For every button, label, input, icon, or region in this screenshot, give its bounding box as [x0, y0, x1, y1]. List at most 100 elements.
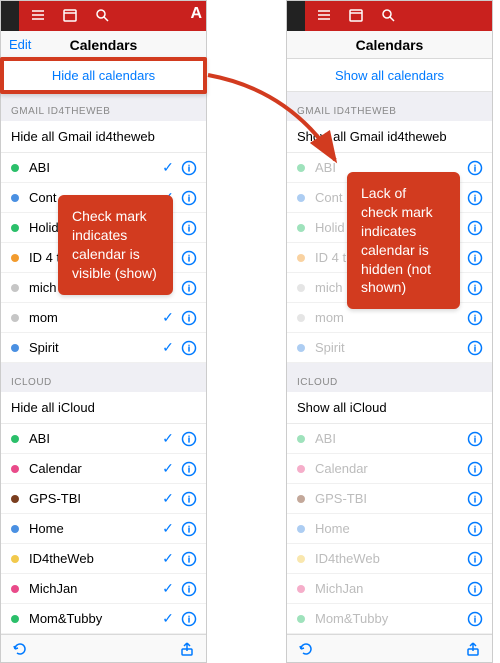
- toggle-all-label: Show all calendars: [335, 68, 444, 83]
- calendar-row[interactable]: MichJan: [287, 574, 492, 604]
- info-icon[interactable]: [180, 610, 198, 628]
- info-icon[interactable]: [180, 550, 198, 568]
- menu-icon[interactable]: [29, 6, 47, 24]
- info-icon[interactable]: [466, 550, 484, 568]
- info-icon[interactable]: [466, 249, 484, 267]
- calendar-row[interactable]: mom✓: [1, 303, 206, 333]
- checkmark-icon: ✓: [160, 159, 176, 176]
- info-icon[interactable]: [180, 520, 198, 538]
- calendar-row[interactable]: ID4theWeb: [287, 544, 492, 574]
- info-icon[interactable]: [180, 490, 198, 508]
- group-toggle-button[interactable]: Show all Gmail id4theweb: [287, 121, 492, 153]
- calendar-row[interactable]: Spirit: [287, 333, 492, 363]
- calendar-color-dot: [297, 495, 305, 503]
- checkmark-icon: ✓: [160, 520, 176, 537]
- calendar-row[interactable]: Calendar: [287, 454, 492, 484]
- info-icon[interactable]: [180, 189, 198, 207]
- group-header: GMAIL ID4THEWEB: [287, 92, 492, 121]
- calendar-color-dot: [297, 314, 305, 322]
- info-icon[interactable]: [180, 430, 198, 448]
- calendar-row[interactable]: GPS-TBI✓: [1, 484, 206, 514]
- annotation-callout-right: Lack of check mark indicates calendar is…: [347, 172, 460, 309]
- search-icon[interactable]: [379, 6, 397, 24]
- calendar-row[interactable]: ABI✓: [1, 424, 206, 454]
- calendar-label: ABI: [29, 160, 160, 175]
- calendar-color-dot: [297, 615, 305, 623]
- group-toggle-button[interactable]: Hide all iCloud: [1, 392, 206, 424]
- info-icon[interactable]: [466, 279, 484, 297]
- calendar-row[interactable]: Home: [287, 514, 492, 544]
- calendar-color-dot: [297, 585, 305, 593]
- calendar-label: Calendar: [315, 461, 446, 476]
- calendar-icon[interactable]: [347, 6, 365, 24]
- info-icon[interactable]: [466, 580, 484, 598]
- calendar-color-dot: [11, 164, 19, 172]
- calendar-color-dot: [297, 435, 305, 443]
- calendar-row[interactable]: ID4theWeb✓: [1, 544, 206, 574]
- calendar-color-dot: [297, 344, 305, 352]
- binder-spine: [1, 1, 19, 31]
- calendar-row[interactable]: ABI: [287, 424, 492, 454]
- group-toggle-button[interactable]: Show all iCloud: [287, 392, 492, 424]
- calendar-row[interactable]: ABI✓: [1, 153, 206, 183]
- refresh-icon[interactable]: [297, 640, 315, 658]
- calendar-label: mom: [29, 310, 160, 325]
- info-icon[interactable]: [466, 430, 484, 448]
- info-icon[interactable]: [466, 219, 484, 237]
- info-icon[interactable]: [180, 339, 198, 357]
- group-header: ICLOUD: [287, 363, 492, 392]
- info-icon[interactable]: [180, 309, 198, 327]
- calendar-row[interactable]: MichJan✓: [1, 574, 206, 604]
- info-icon[interactable]: [180, 279, 198, 297]
- calendar-color-dot: [297, 194, 305, 202]
- info-icon[interactable]: [466, 309, 484, 327]
- calendar-color-dot: [297, 465, 305, 473]
- checkmark-icon: ✓: [160, 550, 176, 567]
- info-icon[interactable]: [466, 490, 484, 508]
- refresh-icon[interactable]: [11, 640, 29, 658]
- calendar-color-dot: [11, 344, 19, 352]
- share-icon[interactable]: [178, 640, 196, 658]
- app-topbar: A: [1, 1, 206, 31]
- calendar-color-dot: [297, 254, 305, 262]
- group-toggle-button[interactable]: Hide all Gmail id4theweb: [1, 121, 206, 153]
- share-icon[interactable]: [464, 640, 482, 658]
- info-icon[interactable]: [180, 219, 198, 237]
- checkmark-icon: ✓: [160, 430, 176, 447]
- calendar-color-dot: [11, 284, 19, 292]
- binder-spine: [287, 1, 305, 31]
- group-header: ICLOUD: [1, 363, 206, 392]
- calendar-label: Spirit: [29, 340, 160, 355]
- calendar-groups-left: GMAIL ID4THEWEBHide all Gmail id4thewebA…: [1, 92, 206, 634]
- info-icon[interactable]: [180, 159, 198, 177]
- calendar-row[interactable]: GPS-TBI: [287, 484, 492, 514]
- info-icon[interactable]: [466, 610, 484, 628]
- calendar-icon[interactable]: [61, 6, 79, 24]
- calendar-row[interactable]: Spirit✓: [1, 333, 206, 363]
- annotation-text-left: Check mark indicates calendar is visible…: [72, 208, 157, 281]
- calendar-row[interactable]: Calendar✓: [1, 454, 206, 484]
- calendar-color-dot: [297, 284, 305, 292]
- edit-button[interactable]: Edit: [9, 37, 31, 52]
- menu-icon[interactable]: [315, 6, 333, 24]
- calendar-row[interactable]: Mom&Tubby: [287, 604, 492, 634]
- calendar-row[interactable]: Mom&Tubby✓: [1, 604, 206, 634]
- calendar-label: ID4theWeb: [315, 551, 446, 566]
- page-title: Calendars: [1, 37, 206, 53]
- bottom-toolbar: [1, 634, 206, 662]
- info-icon[interactable]: [466, 189, 484, 207]
- info-icon[interactable]: [466, 520, 484, 538]
- info-icon[interactable]: [466, 460, 484, 478]
- toggle-all-button[interactable]: Show all calendars: [287, 59, 492, 92]
- group-header: GMAIL ID4THEWEB: [1, 92, 206, 121]
- info-icon[interactable]: [466, 339, 484, 357]
- info-icon[interactable]: [466, 159, 484, 177]
- info-icon[interactable]: [180, 580, 198, 598]
- info-icon[interactable]: [180, 249, 198, 267]
- search-icon[interactable]: [93, 6, 111, 24]
- annotation-highlight-box: [0, 57, 207, 94]
- calendar-color-dot: [297, 164, 305, 172]
- info-icon[interactable]: [180, 460, 198, 478]
- calendar-row[interactable]: Home✓: [1, 514, 206, 544]
- app-topbar: [287, 1, 492, 31]
